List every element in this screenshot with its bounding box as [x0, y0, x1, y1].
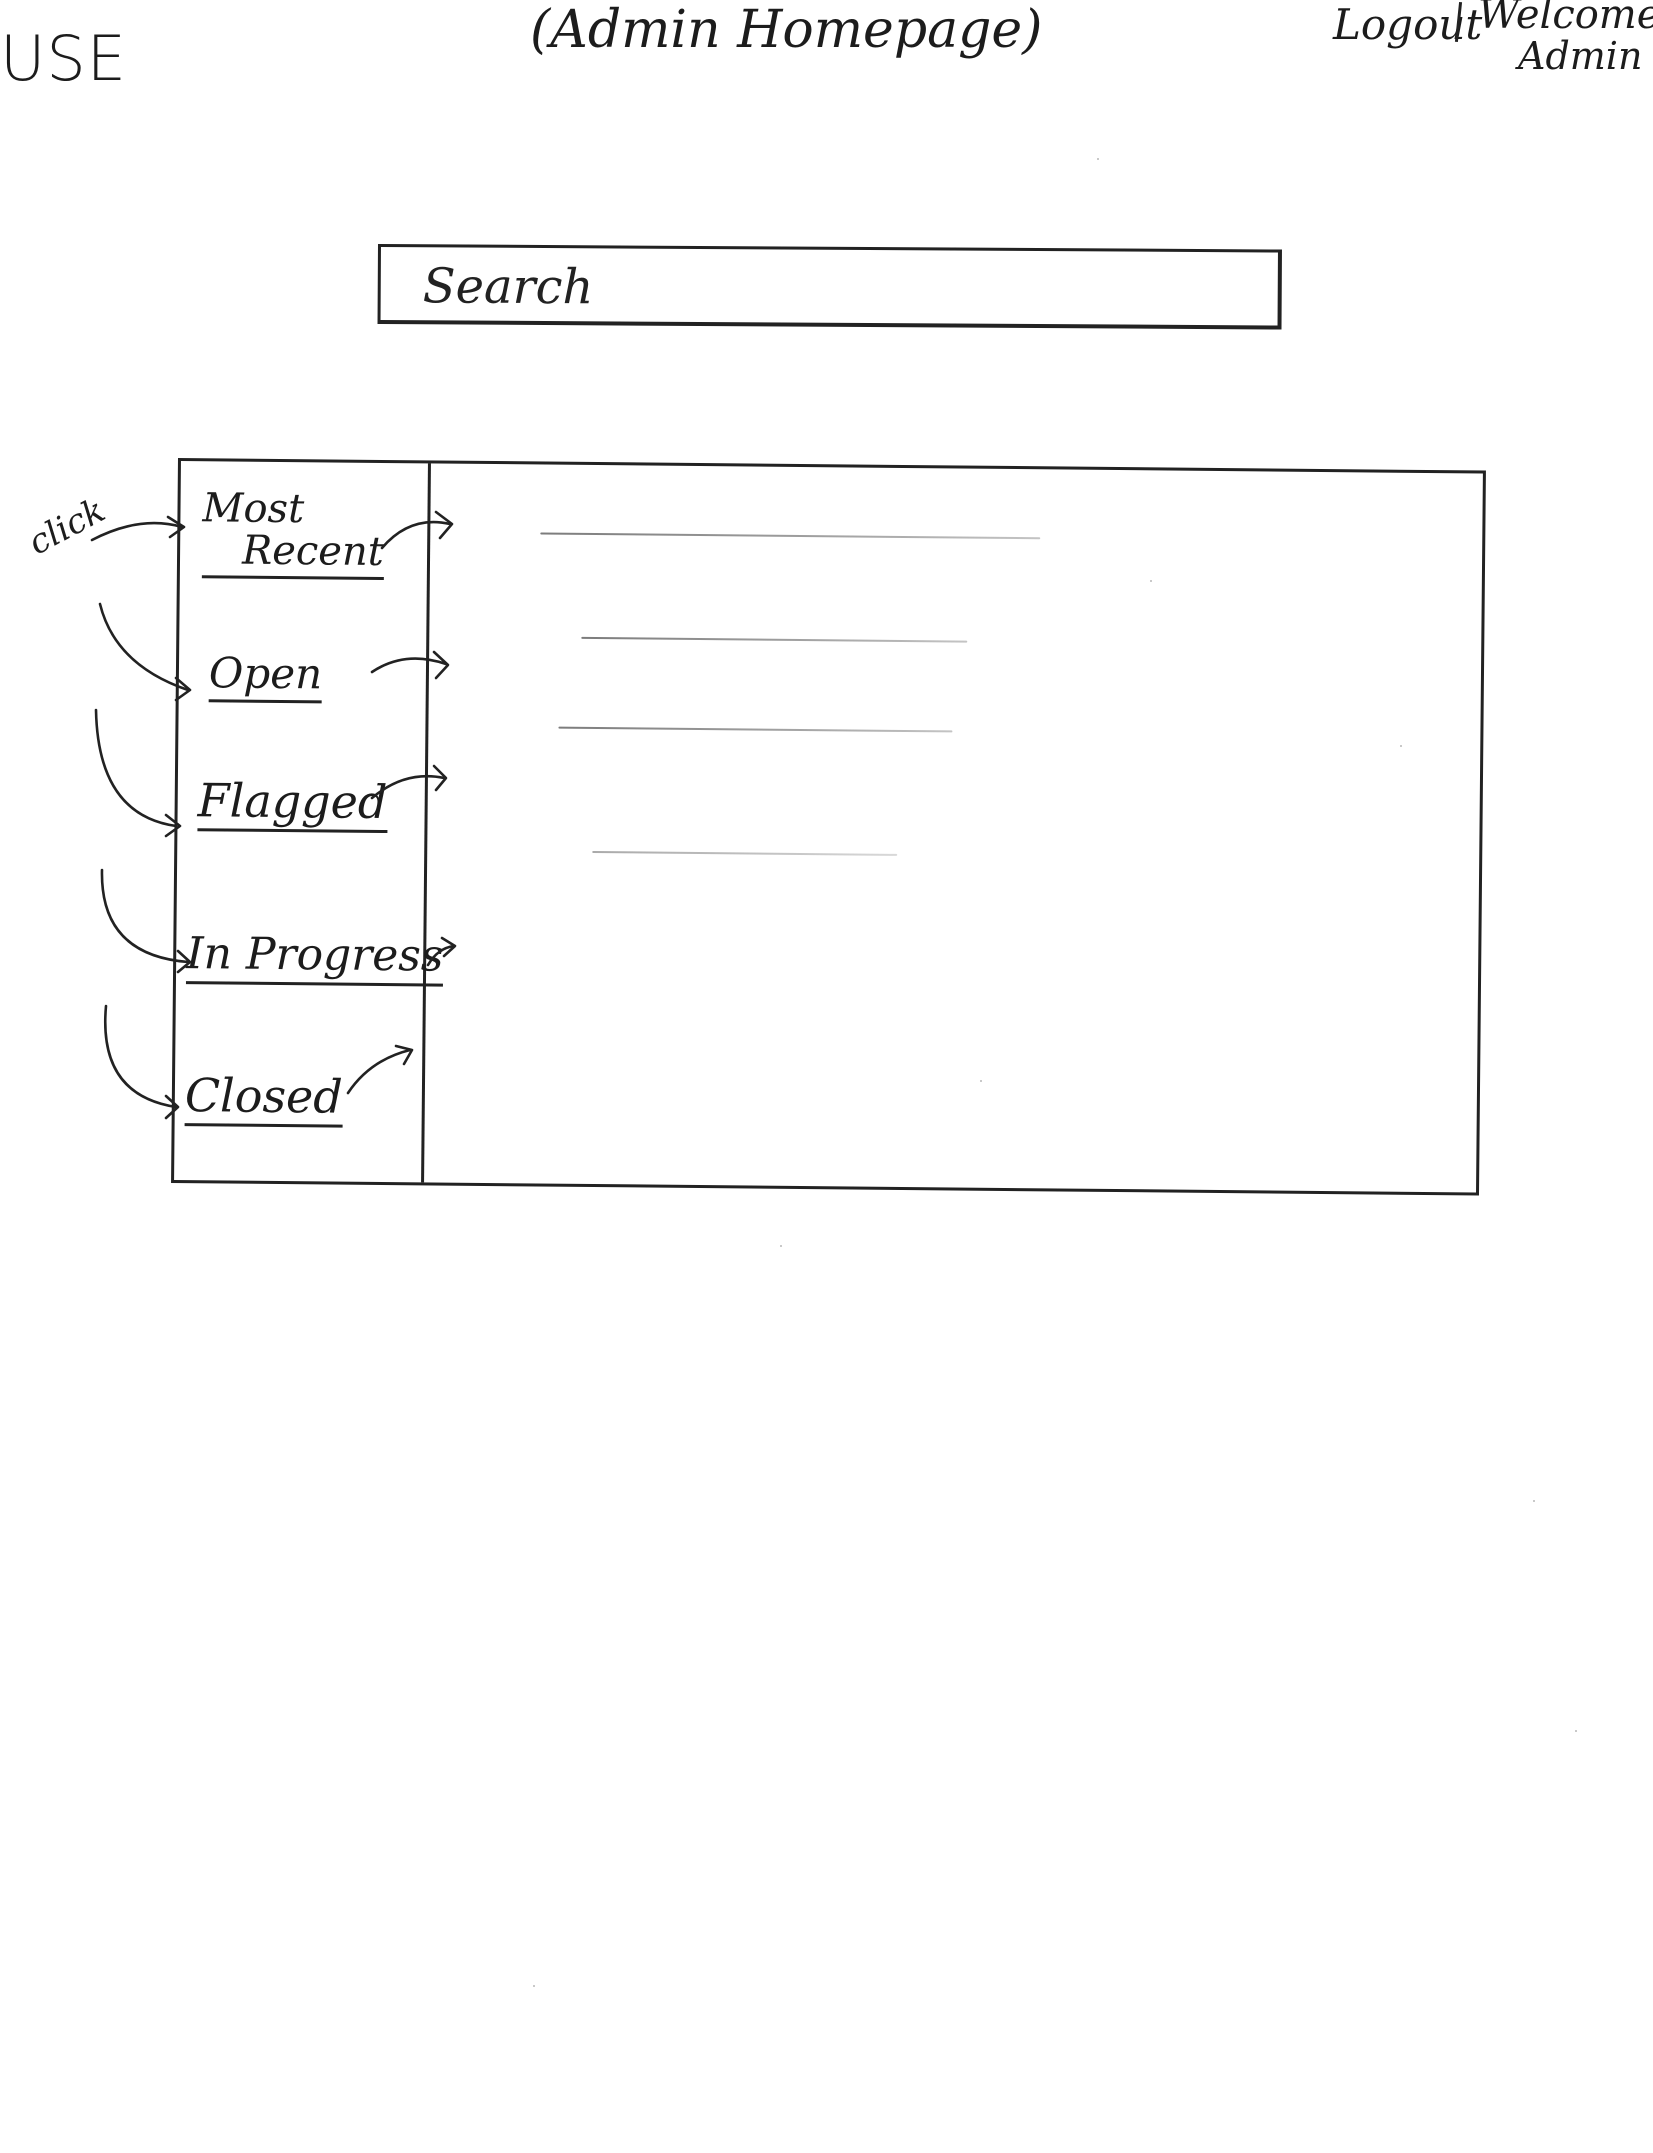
sidebar-item-label: Open — [208, 648, 322, 704]
scan-speck — [780, 1245, 782, 1247]
arrow-to-closed — [103, 1004, 180, 1120]
scan-speck — [1533, 1500, 1535, 1502]
ticket-list — [424, 463, 1483, 1192]
scan-speck — [533, 1985, 535, 1987]
sidebar-item-most-recent[interactable]: Most Recent — [201, 485, 385, 580]
list-item-placeholder[interactable] — [581, 636, 968, 643]
scan-speck — [1575, 1730, 1577, 1732]
sidebar-item-label: In Progress — [185, 928, 444, 987]
logo: USE — [0, 22, 127, 95]
sidebar-item-flagged[interactable]: Flagged — [197, 773, 388, 834]
sidebar: Most Recent Open Flagged In Progress Clo… — [174, 461, 444, 1183]
sidebar-item-closed[interactable]: Closed — [184, 1068, 343, 1128]
sidebar-item-label: Most Recent — [201, 485, 385, 580]
sidebar-item-label: Closed — [184, 1068, 343, 1128]
list-item-placeholder[interactable] — [558, 726, 953, 733]
search-input[interactable] — [420, 257, 1245, 321]
sidebar-item-label-line2: Recent — [241, 527, 385, 575]
click-annotation: click — [22, 490, 112, 564]
list-item-placeholder[interactable] — [592, 850, 898, 856]
page-title: (Admin Homepage) — [530, 0, 1043, 60]
search-bar[interactable] — [377, 244, 1282, 330]
list-item-placeholder[interactable] — [540, 532, 1041, 540]
scan-speck — [1400, 745, 1402, 747]
scan-speck — [980, 1080, 982, 1082]
sidebar-item-open[interactable]: Open — [208, 648, 322, 704]
welcome-text: Welcome — [1478, 0, 1653, 38]
sidebar-item-label-line1: Most — [202, 485, 305, 533]
sidebar-item-label: Flagged — [197, 773, 388, 834]
welcome-username: Admin — [1518, 34, 1643, 78]
sidebar-item-in-progress[interactable]: In Progress — [185, 928, 444, 987]
scan-speck — [1150, 580, 1152, 582]
tickets-panel: Most Recent Open Flagged In Progress Clo… — [171, 458, 1486, 1196]
arrow-to-flagged — [94, 708, 182, 838]
scan-speck — [1097, 158, 1099, 160]
